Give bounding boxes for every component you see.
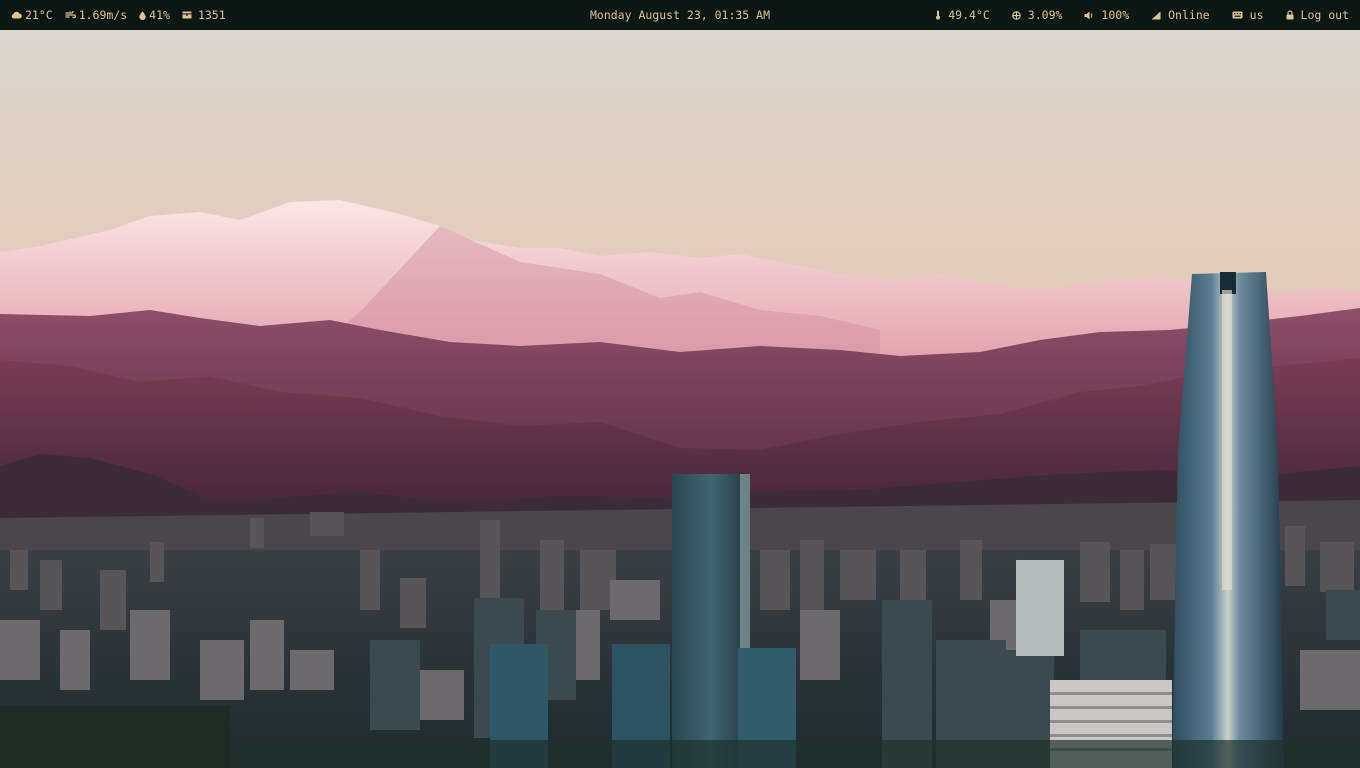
weather-module[interactable]: 21°C	[11, 0, 53, 30]
thermometer-icon	[935, 10, 941, 20]
skyscraper-left-edge	[740, 474, 750, 654]
desktop-wallpaper	[0, 30, 1360, 768]
logout-label: Log out	[1300, 8, 1349, 22]
volume-text: 100%	[1101, 8, 1130, 22]
cpu-module[interactable]: 3.09%	[1012, 0, 1063, 30]
humidity-module[interactable]: 41%	[139, 0, 170, 30]
clock-text[interactable]: Monday August 23, 01:35 AM	[590, 8, 770, 22]
logout-button[interactable]: Log out	[1286, 0, 1349, 30]
status-bar-left-modules: 21°C 1.69m/s 41% 1351	[11, 0, 238, 30]
foreground-shadow	[230, 740, 1360, 768]
package-icon	[182, 11, 192, 19]
cloud-icon	[11, 11, 22, 19]
network-status-text: Online	[1168, 8, 1210, 22]
updates-module[interactable]: 1351	[182, 0, 226, 30]
temperature-module[interactable]: 49.4°C	[935, 0, 990, 30]
wind-icon	[65, 11, 76, 19]
network-module[interactable]: Online	[1151, 0, 1210, 30]
wind-speed-text: 1.69m/s	[78, 8, 128, 22]
costanera-highlight	[1222, 290, 1232, 590]
striped-tower	[1016, 560, 1064, 656]
updates-count-text: 1351	[197, 8, 226, 22]
keyboard-layout-text: us	[1249, 8, 1264, 22]
keyboard-layout-module[interactable]: us	[1232, 0, 1264, 30]
wifi-signal-icon	[1151, 11, 1161, 20]
weather-temperature-text: 21°C	[25, 8, 53, 22]
cpu-icon	[1012, 10, 1021, 20]
temperature-text: 49.4°C	[948, 8, 990, 22]
speaker-icon	[1084, 11, 1094, 20]
humidity-text: 41%	[149, 8, 170, 22]
top-status-bar: 21°C 1.69m/s 41% 1351 Monday August 23, …	[0, 0, 1360, 30]
droplet-icon	[139, 10, 146, 20]
cpu-usage-text: 3.09%	[1027, 8, 1063, 22]
status-bar-right-modules: 49.4°C 3.09% 100% Online us Log out	[913, 0, 1349, 30]
foreground-trees	[0, 706, 230, 768]
keyboard-icon	[1232, 11, 1243, 19]
lock-icon	[1286, 10, 1294, 20]
wind-module[interactable]: 1.69m/s	[65, 0, 127, 30]
volume-module[interactable]: 100%	[1084, 0, 1129, 30]
